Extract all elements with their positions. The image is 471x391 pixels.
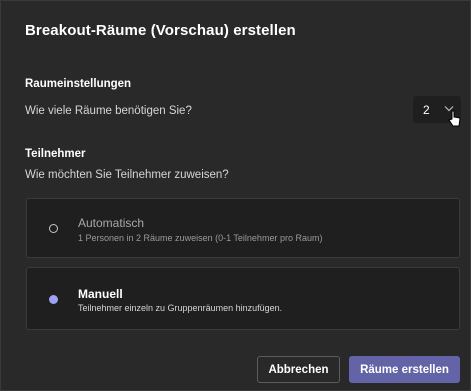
radio-button-automatic[interactable] [49, 224, 58, 233]
option-manual-label: Manuell [78, 287, 123, 301]
participants-question: Wie möchten Sie Teilnehmer zuweisen? [25, 169, 229, 181]
create-rooms-button[interactable]: Räume erstellen [349, 356, 460, 383]
dialog-title: Breakout-Räume (Vorschau) erstellen [25, 22, 296, 39]
option-manual-description: Teilnehmer einzeln zu Gruppenräumen hinz… [78, 303, 283, 313]
rooms-count-question: Wie viele Räume benötigen Sie? [25, 105, 192, 117]
rooms-count-value: 2 [423, 102, 430, 117]
room-settings-heading: Raumeinstellungen [25, 78, 132, 90]
participants-heading: Teilnehmer [25, 148, 86, 160]
option-manual[interactable]: Manuell Teilnehmer einzeln zu Gruppenräu… [26, 267, 460, 330]
option-automatic-description: 1 Personen in 2 Räume zuweisen (0-1 Teil… [78, 233, 323, 243]
cancel-button[interactable]: Abbrechen [257, 356, 340, 383]
mouse-pointer-icon [448, 110, 461, 127]
option-automatic[interactable]: Automatisch 1 Personen in 2 Räume zuweis… [26, 198, 460, 258]
create-breakout-rooms-dialog: Breakout-Räume (Vorschau) erstellen Raum… [0, 0, 471, 391]
radio-button-manual[interactable] [49, 295, 58, 304]
option-automatic-label: Automatisch [78, 216, 145, 230]
